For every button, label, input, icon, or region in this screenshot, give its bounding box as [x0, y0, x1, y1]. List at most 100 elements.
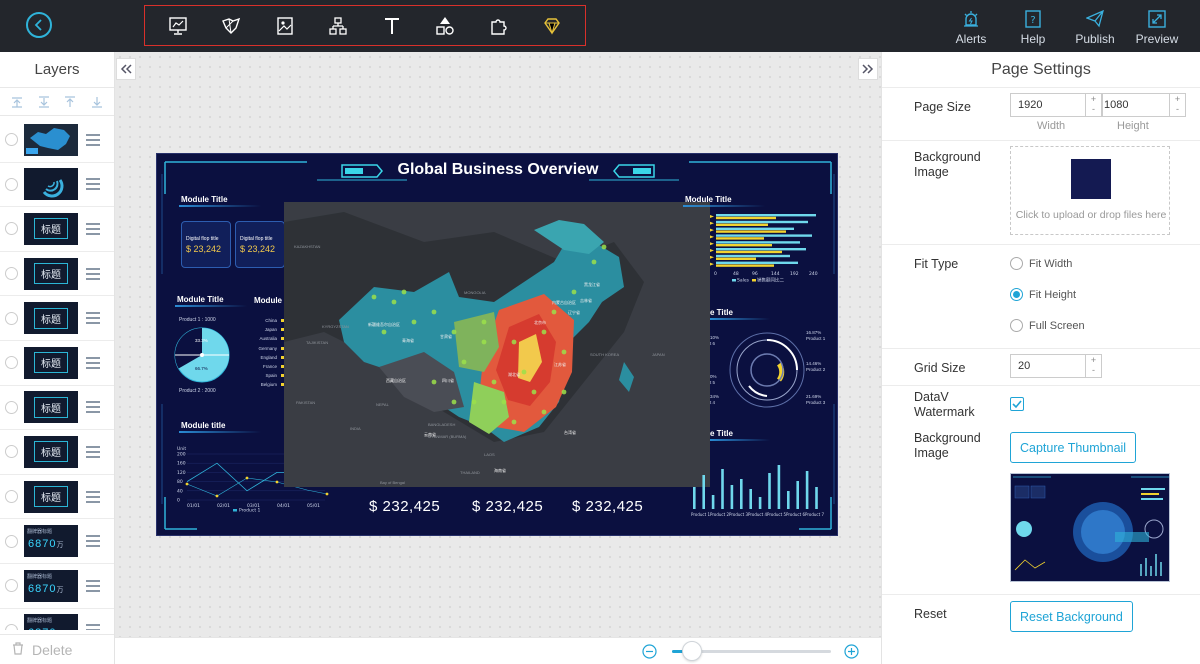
layer-menu-icon[interactable]: [86, 577, 100, 595]
watermark-checkbox[interactable]: [1010, 397, 1024, 411]
layer-item[interactable]: 标题: [0, 252, 114, 297]
layer-item[interactable]: 翻牌器标题 6870万: [0, 609, 114, 630]
grid-size-row: Grid Size 20 + -: [882, 348, 1200, 385]
fit-height-option[interactable]: Fit Height: [1010, 288, 1076, 301]
fit-width-option[interactable]: Fit Width: [1010, 257, 1072, 270]
move-up-icon[interactable]: [64, 95, 76, 108]
layer-item[interactable]: [0, 118, 114, 163]
layer-select-radio[interactable]: [5, 356, 18, 370]
svg-text:?: ?: [1030, 15, 1035, 26]
module-title: e Title: [710, 308, 733, 317]
layer-item[interactable]: 标题: [0, 430, 114, 475]
hbar-legend-swatch: [752, 279, 756, 282]
widgets-tool-button[interactable]: [485, 12, 513, 40]
grid-size-spinner[interactable]: + -: [1085, 355, 1101, 377]
back-button[interactable]: [26, 12, 52, 38]
move-to-bottom-icon[interactable]: [38, 95, 50, 108]
dashboard-screen[interactable]: Global Business Overview Module Title Di…: [156, 153, 838, 536]
layer-menu-icon[interactable]: [86, 621, 100, 630]
layer-thumbnail-title: 标题: [24, 391, 78, 424]
hbar-yoy: [716, 244, 772, 247]
layer-menu-icon[interactable]: [86, 175, 100, 193]
chart-tool-button[interactable]: [164, 12, 192, 40]
zoom-slider-handle[interactable]: [682, 641, 702, 661]
map-heat-dot: [481, 339, 487, 345]
collapse-layers-button[interactable]: [116, 58, 136, 80]
grid-size-input[interactable]: 20 + -: [1010, 354, 1102, 378]
width-label: Width: [1037, 120, 1066, 132]
module-underline: [175, 305, 247, 307]
background-upload-area[interactable]: Click to upload or drop files here: [1010, 146, 1170, 235]
layer-select-radio[interactable]: [5, 311, 18, 325]
layer-select-radio[interactable]: [5, 579, 18, 593]
map-label: INDIA: [350, 426, 361, 431]
capture-thumbnail-button[interactable]: Capture Thumbnail: [1010, 432, 1137, 463]
radio-button[interactable]: [1010, 257, 1023, 270]
layer-select-radio[interactable]: [5, 534, 18, 548]
layer-item[interactable]: 标题: [0, 341, 114, 386]
layer-select-radio[interactable]: [5, 400, 18, 414]
map-label: PAKISTAN: [296, 400, 316, 405]
layer-item[interactable]: 翻牌器标题 6870万: [0, 519, 114, 564]
layer-item[interactable]: 标题: [0, 475, 114, 520]
layer-menu-icon[interactable]: [86, 220, 100, 238]
layer-select-radio[interactable]: [5, 445, 18, 459]
layer-menu-icon[interactable]: [86, 488, 100, 506]
shapes-tool-button[interactable]: [431, 12, 459, 40]
layer-item[interactable]: [0, 163, 114, 208]
map-heat-dot: [401, 289, 407, 295]
header-actions: Alerts ? Help Publish Preview: [940, 0, 1188, 52]
width-spinner[interactable]: + -: [1085, 94, 1101, 116]
media-tool-button[interactable]: [271, 12, 299, 40]
shapes-icon: [436, 16, 454, 35]
map-tool-button[interactable]: [217, 12, 245, 40]
alerts-button[interactable]: Alerts: [940, 0, 1002, 52]
layer-select-radio[interactable]: [5, 177, 18, 191]
layer-select-radio[interactable]: [5, 623, 18, 630]
hierarchy-icon: [329, 16, 347, 35]
radio-button-selected[interactable]: [1010, 288, 1023, 301]
move-down-icon[interactable]: [91, 96, 103, 108]
canvas-area[interactable]: Global Business Overview Module Title Di…: [115, 52, 881, 637]
layer-thumbnail-number: 翻牌器标题 6870万: [24, 525, 78, 558]
interaction-tool-button[interactable]: [324, 12, 352, 40]
zoom-in-icon[interactable]: [844, 644, 859, 659]
text-tool-button[interactable]: [378, 12, 406, 40]
layer-list: 标题 标题 标题 标题 标题 标题 标题 翻牌器标题 6870万 翻牌器标题 6…: [0, 118, 114, 630]
hbar-marker: [710, 235, 714, 239]
layer-menu-icon[interactable]: [86, 309, 100, 327]
map-label: BANGLADESH: [428, 422, 456, 427]
preview-button[interactable]: Preview: [1126, 0, 1188, 52]
layer-select-radio[interactable]: [5, 222, 18, 236]
page-height-input[interactable]: 1080 + -: [1102, 93, 1186, 117]
layer-menu-icon[interactable]: [86, 354, 100, 372]
collapse-settings-button[interactable]: [858, 58, 878, 80]
layer-menu-icon[interactable]: [86, 443, 100, 461]
layer-select-radio[interactable]: [5, 490, 18, 504]
layer-menu-icon[interactable]: [86, 532, 100, 550]
layer-item[interactable]: 标题: [0, 386, 114, 431]
help-button[interactable]: ? Help: [1002, 0, 1064, 52]
layer-select-radio[interactable]: [5, 133, 18, 147]
layer-menu-icon[interactable]: [86, 131, 100, 149]
layer-item[interactable]: 标题: [0, 207, 114, 252]
layer-menu-icon[interactable]: [86, 265, 100, 283]
radio-button[interactable]: [1010, 319, 1023, 332]
reset-background-button[interactable]: Reset Background: [1010, 601, 1133, 632]
full-screen-option[interactable]: Full Screen: [1010, 319, 1085, 332]
layer-select-radio[interactable]: [5, 267, 18, 281]
zoom-out-icon[interactable]: [642, 644, 657, 659]
publish-button[interactable]: Publish: [1064, 0, 1126, 52]
delete-layer-button[interactable]: Delete: [0, 634, 114, 664]
layer-menu-icon[interactable]: [86, 398, 100, 416]
column-bar: [740, 479, 743, 509]
china-heatmap[interactable]: KAZAKHSTAN MONGOLIA KYRGYZSTAN TAJIKISTAN PA…: [284, 202, 710, 487]
height-spinner[interactable]: + -: [1169, 94, 1185, 116]
page-width-input[interactable]: 1920 + -: [1010, 93, 1102, 117]
layer-item[interactable]: 标题: [0, 296, 114, 341]
layer-item[interactable]: 翻牌器标题 6870万: [0, 564, 114, 609]
move-to-top-icon[interactable]: [11, 96, 23, 108]
column-x-tick: Product 1: [691, 512, 710, 517]
layer-thumbnail-gauge: [24, 168, 78, 201]
premium-tool-button[interactable]: [538, 12, 566, 40]
